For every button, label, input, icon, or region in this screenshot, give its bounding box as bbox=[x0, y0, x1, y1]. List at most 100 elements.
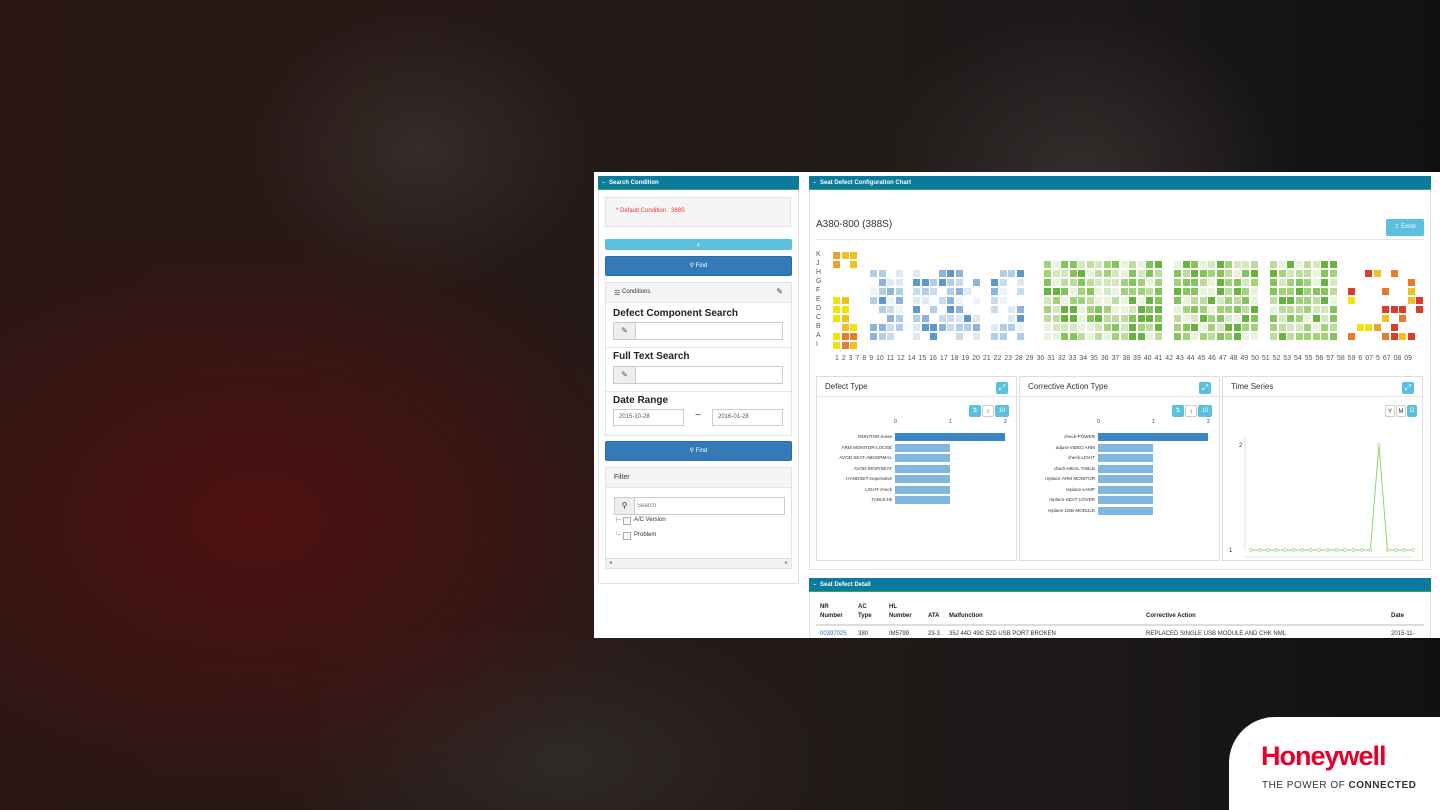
seat-cell[interactable] bbox=[913, 315, 920, 322]
seat-cell[interactable] bbox=[1250, 288, 1258, 295]
seat-cell[interactable] bbox=[999, 324, 1007, 331]
seat-cell[interactable] bbox=[1044, 270, 1051, 277]
seat-cell[interactable] bbox=[1061, 261, 1068, 268]
seat-cell[interactable] bbox=[1312, 279, 1320, 286]
seat-cell[interactable] bbox=[1407, 297, 1415, 304]
seat-cell[interactable] bbox=[833, 252, 840, 259]
seat-cell[interactable] bbox=[1295, 288, 1303, 295]
bar[interactable] bbox=[1098, 485, 1153, 494]
seat-cell[interactable] bbox=[1061, 333, 1068, 340]
seat-cell[interactable] bbox=[1052, 261, 1060, 268]
filter-search-input[interactable] bbox=[637, 499, 777, 512]
seat-cell[interactable] bbox=[1304, 288, 1311, 295]
col-malfunction[interactable]: Malfunction bbox=[949, 612, 983, 621]
seat-cell[interactable] bbox=[1287, 324, 1294, 331]
seat-cell[interactable] bbox=[972, 315, 980, 322]
date-to-input[interactable]: 2016-01-28 bbox=[712, 409, 783, 426]
seat-cell[interactable] bbox=[1052, 288, 1060, 295]
seat-cell[interactable] bbox=[1044, 324, 1051, 331]
seat-cell[interactable] bbox=[1233, 315, 1241, 322]
seat-cell[interactable] bbox=[921, 279, 929, 286]
seat-cell[interactable] bbox=[1103, 270, 1111, 277]
seat-cell[interactable] bbox=[878, 333, 886, 340]
sort-vertical-icon[interactable]: ↕ bbox=[1185, 405, 1197, 417]
seat-cell[interactable] bbox=[1295, 270, 1303, 277]
seat-cell[interactable] bbox=[1199, 333, 1207, 340]
seat-cell[interactable] bbox=[1044, 333, 1051, 340]
seat-cell[interactable] bbox=[1250, 333, 1258, 340]
seat-cell[interactable] bbox=[1052, 279, 1060, 286]
seat-cell[interactable] bbox=[1233, 261, 1241, 268]
seat-cell[interactable] bbox=[1061, 324, 1068, 331]
seat-cell[interactable] bbox=[1270, 297, 1277, 304]
seat-cell[interactable] bbox=[1182, 270, 1190, 277]
tree-checkbox-ac-version[interactable] bbox=[623, 517, 631, 525]
horizontal-scrollbar[interactable]: ◂ ▸ bbox=[606, 558, 791, 568]
eraser-icon[interactable]: ✎ bbox=[776, 287, 783, 296]
seat-cell[interactable] bbox=[1016, 288, 1024, 295]
seat-cell[interactable] bbox=[938, 297, 946, 304]
seat-cell[interactable] bbox=[878, 279, 886, 286]
seat-cell[interactable] bbox=[1225, 306, 1232, 313]
seat-cell[interactable] bbox=[1174, 279, 1181, 286]
seat-cell[interactable] bbox=[1208, 261, 1215, 268]
seat-cell[interactable] bbox=[913, 279, 920, 286]
seat-cell[interactable] bbox=[1069, 270, 1077, 277]
seat-cell[interactable] bbox=[1382, 315, 1389, 322]
seat-cell[interactable] bbox=[1146, 315, 1153, 322]
seat-cell[interactable] bbox=[1312, 297, 1320, 304]
seat-cell[interactable] bbox=[1225, 297, 1232, 304]
seat-cell[interactable] bbox=[1278, 270, 1286, 277]
seat-cell[interactable] bbox=[1086, 333, 1094, 340]
seat-cell[interactable] bbox=[1382, 306, 1389, 313]
bar[interactable] bbox=[895, 443, 950, 452]
seat-cell[interactable] bbox=[1199, 288, 1207, 295]
seat-cell[interactable] bbox=[1182, 324, 1190, 331]
seat-cell[interactable] bbox=[1242, 306, 1249, 313]
seat-cell[interactable] bbox=[1242, 315, 1249, 322]
seat-cell[interactable] bbox=[1044, 261, 1051, 268]
tree-checkbox-problem[interactable] bbox=[623, 532, 631, 540]
bar[interactable] bbox=[1098, 496, 1153, 504]
seat-cell[interactable] bbox=[1225, 261, 1232, 268]
seat-cell[interactable] bbox=[913, 306, 920, 313]
seat-cell[interactable] bbox=[1069, 324, 1077, 331]
seat-cell[interactable] bbox=[1329, 315, 1337, 322]
seat-cell[interactable] bbox=[1242, 324, 1249, 331]
seat-cell[interactable] bbox=[1146, 279, 1153, 286]
seat-cell[interactable] bbox=[1095, 315, 1102, 322]
seat-cell[interactable] bbox=[1312, 270, 1320, 277]
bar[interactable] bbox=[1098, 443, 1153, 452]
seat-cell[interactable] bbox=[1321, 315, 1328, 322]
seat-cell[interactable] bbox=[1052, 324, 1060, 331]
seat-cell[interactable] bbox=[938, 324, 946, 331]
seat-cell[interactable] bbox=[1095, 324, 1102, 331]
seat-cell[interactable] bbox=[1278, 324, 1286, 331]
seat-cell[interactable] bbox=[938, 315, 946, 322]
seat-cell[interactable] bbox=[1233, 306, 1241, 313]
seat-cell[interactable] bbox=[1061, 315, 1068, 322]
seat-cell[interactable] bbox=[1304, 315, 1311, 322]
seat-cell[interactable] bbox=[930, 306, 937, 313]
seat-cell[interactable] bbox=[1321, 333, 1328, 340]
seat-cell[interactable] bbox=[1016, 306, 1024, 313]
seat-cell[interactable] bbox=[1137, 261, 1145, 268]
seat-cell[interactable] bbox=[1044, 297, 1051, 304]
seat-cell[interactable] bbox=[1086, 270, 1094, 277]
seat-cell[interactable] bbox=[1208, 315, 1215, 322]
seat-cell[interactable] bbox=[1052, 306, 1060, 313]
seat-cell[interactable] bbox=[1278, 315, 1286, 322]
seat-cell[interactable] bbox=[1086, 324, 1094, 331]
seat-cell[interactable] bbox=[1078, 261, 1085, 268]
seat-cell[interactable] bbox=[1016, 270, 1024, 277]
seat-cell[interactable] bbox=[850, 333, 857, 340]
defect-component-input[interactable]: ✎ bbox=[613, 322, 783, 340]
seat-cell[interactable] bbox=[870, 288, 877, 295]
seat-cell[interactable] bbox=[1250, 297, 1258, 304]
seat-cell[interactable] bbox=[1174, 297, 1181, 304]
seat-cell[interactable] bbox=[887, 279, 894, 286]
seat-cell[interactable] bbox=[913, 288, 920, 295]
seat-cell[interactable] bbox=[1095, 288, 1102, 295]
seat-cell[interactable] bbox=[1069, 279, 1077, 286]
top-n-button[interactable]: 10 bbox=[1198, 405, 1212, 417]
